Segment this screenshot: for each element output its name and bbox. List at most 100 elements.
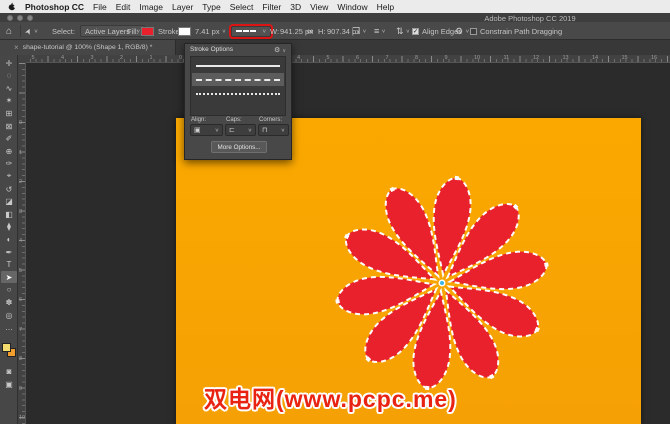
window-zoom-button[interactable] — [27, 15, 33, 21]
ruler-label: 3 — [91, 55, 94, 61]
path-selection-tool-icon[interactable]: ➤ — [1, 271, 17, 283]
corners-label: Corners: — [259, 117, 282, 123]
more-tools-icon[interactable]: … — [1, 322, 17, 334]
shape-tool-icon[interactable]: ○ — [1, 284, 17, 296]
butt-cap-icon: ⊏ — [229, 126, 235, 134]
menu-item-window[interactable]: Window — [337, 2, 367, 12]
ruler-label: 2 — [120, 55, 123, 61]
document-tab[interactable]: × shape-tutorial @ 100% (Shape 1, RGB/8)… — [0, 40, 176, 55]
path-alignment-icon[interactable]: ≡∨ — [374, 22, 386, 40]
blur-tool-icon[interactable]: ⧫ — [1, 221, 17, 233]
ruler-label: 4 — [19, 238, 22, 244]
constrain-path-dragging-label: Constrain Path Dragging — [480, 27, 562, 36]
ruler-label: 7 — [19, 327, 22, 333]
move-tool-icon[interactable]: ✛ — [1, 57, 17, 69]
history-brush-tool-icon[interactable]: ↺ — [1, 183, 17, 195]
apple-logo-icon[interactable] — [8, 2, 16, 11]
align-dropdown[interactable]: ▣∨ — [190, 124, 223, 136]
stroke-style-dropdown[interactable]: ∨ — [231, 22, 271, 40]
panel-gear-icon[interactable]: ⚙∨ — [274, 46, 286, 54]
fill-swatch[interactable] — [141, 22, 154, 40]
menu-item-file[interactable]: File — [93, 2, 107, 12]
menu-item-edit[interactable]: Edit — [116, 2, 131, 12]
align-center-icon: ▣ — [194, 126, 201, 134]
window-title-bar: Adobe Photoshop CC 2019 — [0, 13, 670, 22]
ruler-label: 8 — [19, 356, 22, 362]
menu-item-3d[interactable]: 3D — [290, 2, 301, 12]
dodge-tool-icon[interactable]: ◐ — [1, 233, 17, 245]
stroke-options-title: Stroke Options — [190, 46, 233, 53]
crop-tool-icon[interactable]: ⊞ — [1, 107, 17, 119]
ruler-label: 6 — [356, 55, 359, 61]
screen-mode-icon[interactable]: ▣ — [1, 378, 17, 390]
menu-item-filter[interactable]: Filter — [262, 2, 281, 12]
ruler-label: 10 — [474, 55, 480, 61]
tool-preset-icon[interactable]: ➤∨ — [25, 22, 38, 40]
window-minimize-button[interactable] — [17, 15, 23, 21]
corners-dropdown[interactable]: ⊓∨ — [258, 124, 289, 136]
solid-stroke-option[interactable] — [192, 59, 284, 72]
path-arrangement-icon[interactable]: ⇅∨ — [396, 22, 410, 40]
marquee-tool-icon[interactable]: ◌ — [1, 70, 17, 82]
fill-label: Fill: — [127, 22, 139, 40]
ruler-label: 2 — [19, 179, 22, 185]
dashed-stroke-option[interactable] — [192, 73, 284, 86]
foreground-color-swatch[interactable] — [2, 343, 11, 352]
ruler-label: 5 — [327, 55, 330, 61]
flower-shape[interactable] — [322, 163, 562, 403]
hand-tool-icon[interactable]: ✽ — [1, 296, 17, 308]
anchor-point[interactable] — [544, 262, 549, 267]
dotted-stroke-option[interactable] — [192, 87, 284, 100]
eraser-tool-icon[interactable]: ◪ — [1, 196, 17, 208]
quick-mask-icon[interactable]: ◙ — [1, 365, 17, 377]
ruler-label: 7 — [386, 55, 389, 61]
frame-tool-icon[interactable]: ⊠ — [1, 120, 17, 132]
color-swatches[interactable] — [2, 343, 17, 358]
link-dimensions-icon[interactable]: ∞ — [307, 22, 313, 40]
quick-selection-tool-icon[interactable]: ✶ — [1, 95, 17, 107]
checkbox-checked-icon: ✓ — [412, 28, 419, 35]
ruler-label: 8 — [415, 55, 418, 61]
tab-close-icon[interactable]: × — [14, 43, 19, 52]
window-close-button[interactable] — [7, 15, 13, 21]
menu-app-name[interactable]: Photoshop CC — [25, 2, 84, 12]
options-divider — [20, 25, 21, 37]
ruler-label: 5 — [19, 268, 22, 274]
caps-dropdown[interactable]: ⊏∨ — [225, 124, 256, 136]
ruler-origin-corner — [18, 55, 26, 63]
menu-item-view[interactable]: View — [310, 2, 328, 12]
path-operations-icon[interactable]: ❐∨ — [352, 22, 366, 40]
type-tool-icon[interactable]: T — [1, 259, 17, 271]
constrain-path-dragging-checkbox[interactable]: Constrain Path Dragging — [470, 22, 562, 40]
anchor-point[interactable] — [335, 299, 340, 304]
home-icon[interactable]: ⌂ — [6, 22, 12, 40]
clone-stamp-tool-icon[interactable]: ⌖ — [1, 170, 17, 182]
more-options-button[interactable]: More Options... — [211, 141, 267, 153]
menu-item-select[interactable]: Select — [230, 2, 254, 12]
menu-item-help[interactable]: Help — [377, 2, 394, 12]
gear-icon[interactable]: ⚙∨ — [455, 22, 469, 40]
ruler-label: 1 — [19, 150, 22, 156]
dashed-line-icon — [236, 30, 256, 32]
stroke-width-field[interactable]: 7.41 px∨ — [195, 22, 226, 40]
center-anchor-point[interactable] — [440, 281, 444, 285]
window-title: Adobe Photoshop CC 2019 — [430, 14, 630, 23]
gradient-tool-icon[interactable]: ◧ — [1, 208, 17, 220]
ruler-label: 3 — [19, 209, 22, 215]
menu-item-type[interactable]: Type — [202, 2, 220, 12]
document-canvas[interactable] — [176, 118, 641, 424]
stroke-swatch[interactable] — [178, 22, 191, 40]
vertical-ruler: 012345678910 — [18, 63, 26, 424]
lasso-tool-icon[interactable]: ∿ — [1, 82, 17, 94]
pen-tool-icon[interactable]: ✒ — [1, 246, 17, 258]
anchor-point[interactable] — [454, 176, 459, 181]
stroke-style-list — [190, 56, 286, 116]
eyedropper-tool-icon[interactable]: ✐ — [1, 133, 17, 145]
miter-corner-icon: ⊓ — [262, 126, 267, 134]
zoom-tool-icon[interactable]: ◎ — [1, 309, 17, 321]
menu-item-image[interactable]: Image — [139, 2, 163, 12]
menu-item-layer[interactable]: Layer — [172, 2, 193, 12]
brush-tool-icon[interactable]: ✑ — [1, 158, 17, 170]
healing-brush-tool-icon[interactable]: ⊕ — [1, 145, 17, 157]
ruler-label: 16 — [651, 55, 657, 61]
